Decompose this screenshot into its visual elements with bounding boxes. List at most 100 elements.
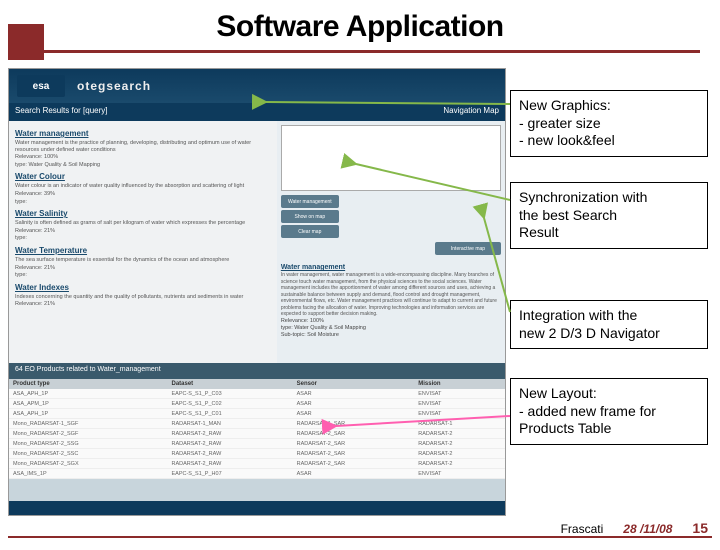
table-cell: Mono_RADARSAT-2_SSG xyxy=(9,439,167,449)
table-row: ASA_APM_1PEAPC-S_S1_P_C02ASARENVISAT xyxy=(9,399,505,409)
table-cell: EAPC-S_S1_P_H07 xyxy=(167,469,292,479)
col-mission: Mission xyxy=(414,379,505,389)
callout-line: - new look&feel xyxy=(519,132,699,150)
table-cell: Mono_RADARSAT-2_SGX xyxy=(9,459,167,469)
callout-new-layout: New Layout: - added new frame for Produc… xyxy=(510,378,708,445)
result-typ: type: xyxy=(15,272,271,279)
table-cell: ENVISAT xyxy=(414,469,505,479)
callout-line: New Layout: xyxy=(519,385,699,403)
result-typ: type: Water Quality & Soil Mapping xyxy=(15,162,271,169)
callout-line: the best Search xyxy=(519,207,699,225)
products-table: Product type Dataset Sensor Mission ASA_… xyxy=(9,379,505,479)
table-cell: RADARSAT-2_SAR xyxy=(293,459,415,469)
result-heading: Water Colour xyxy=(15,172,271,181)
interactive-map-btn[interactable]: Interactive map xyxy=(435,242,501,255)
table-footer xyxy=(9,501,505,515)
callout-line: New Graphics: xyxy=(519,97,699,115)
app-screenshot: esa otegsearch Search Results for [query… xyxy=(8,68,506,516)
result-desc: Water colour is an indicator of water qu… xyxy=(15,183,271,190)
table-cell: ASA_APH_1P xyxy=(9,389,167,399)
detail-heading: Water management xyxy=(281,263,501,272)
col-dataset: Dataset xyxy=(167,379,292,389)
table-cell: RADARSAT-2 xyxy=(414,429,505,439)
search-banner-left: Search Results for [query] xyxy=(15,106,107,118)
table-row: ASA_APH_1PEAPC-S_S1_P_C01ASARENVISAT xyxy=(9,409,505,419)
table-cell: Mono_RADARSAT-2_SSC xyxy=(9,449,167,459)
search-banner-right: Navigation Map xyxy=(443,106,499,118)
corner-logo xyxy=(8,24,44,60)
result-rel: Relevance: 21% xyxy=(15,265,271,272)
page-number: 15 xyxy=(692,520,708,536)
callout-line: - added new frame for xyxy=(519,403,699,421)
table-cell: RADARSAT-1 xyxy=(414,419,505,429)
results-column: Water management Water management is the… xyxy=(9,121,277,363)
result-typ: type: xyxy=(15,235,271,242)
table-row: Mono_RADARSAT-2_SSGRADARSAT-2_RAWRADARSA… xyxy=(9,439,505,449)
detail-rel: Relevance: 100% xyxy=(281,318,501,325)
detail-body: In water management, water management is… xyxy=(281,272,501,318)
table-cell: RADARSAT-2_RAW xyxy=(167,439,292,449)
col-sensor: Sensor xyxy=(293,379,415,389)
table-cell: RADARSAT-2_RAW xyxy=(167,429,292,439)
table-cell: ASA_APM_1P xyxy=(9,399,167,409)
table-cell: RADARSAT-2_SAR xyxy=(293,429,415,439)
result-rel: Relevance: 21% xyxy=(15,301,271,308)
products-header: 64 EO Products related to Water_manageme… xyxy=(9,363,505,379)
table-row: Mono_RADARSAT-2_SSCRADARSAT-2_RAWRADARSA… xyxy=(9,449,505,459)
result-desc: Indexes concerning the quantity and the … xyxy=(15,294,271,301)
detail-typ: type: Water Quality & Soil Mapping xyxy=(281,325,501,332)
callout-line: - greater size xyxy=(519,115,699,133)
table-cell: RADARSAT-1_SAR xyxy=(293,419,415,429)
table-cell: RADARSAT-2_SAR xyxy=(293,439,415,449)
table-cell: ASA_IMS_1P xyxy=(9,469,167,479)
callout-line: new 2 D/3 D Navigator xyxy=(519,325,699,343)
callout-navigator: Integration with the new 2 D/3 D Navigat… xyxy=(510,300,708,349)
table-row: Mono_RADARSAT-2_SGFRADARSAT-2_RAWRADARSA… xyxy=(9,429,505,439)
map-btn[interactable]: Show on map xyxy=(281,210,339,223)
table-cell: ENVISAT xyxy=(414,389,505,399)
result-desc: Water management is the practice of plan… xyxy=(15,140,271,153)
table-row: ASA_IMS_1PEAPC-S_S1_P_H07ASARENVISAT xyxy=(9,469,505,479)
footer-location: Frascati xyxy=(561,522,604,536)
result-heading: Water Indexes xyxy=(15,283,271,292)
table-cell: RADARSAT-2 xyxy=(414,459,505,469)
esa-logo: esa xyxy=(17,75,65,97)
slide-title: Software Application xyxy=(0,10,720,44)
map-column: Water management Show on map Clear map I… xyxy=(277,121,505,363)
oteg-logo: otegsearch xyxy=(77,79,151,93)
table-cell: RADARSAT-1_MAN xyxy=(167,419,292,429)
result-heading: Water Temperature xyxy=(15,246,271,255)
result-desc: The sea surface temperature is essential… xyxy=(15,257,271,264)
table-cell: ASAR xyxy=(293,389,415,399)
table-cell: RADARSAT-2_SAR xyxy=(293,449,415,459)
table-cell: RADARSAT-2_RAW xyxy=(167,459,292,469)
result-desc: Salinity is often defined as grams of sa… xyxy=(15,220,271,227)
result-heading: Water management xyxy=(15,129,271,138)
table-cell: EAPC-S_S1_P_C01 xyxy=(167,409,292,419)
map-btn[interactable]: Water management xyxy=(281,195,339,208)
table-cell: ASAR xyxy=(293,469,415,479)
right-detail-panel: Water management In water management, wa… xyxy=(281,263,501,339)
table-cell: ASAR xyxy=(293,409,415,419)
table-cell: Mono_RADARSAT-2_SGF xyxy=(9,429,167,439)
result-rel: Relevance: 100% xyxy=(15,154,271,161)
table-row: Mono_RADARSAT-1_SGFRADARSAT-1_MANRADARSA… xyxy=(9,419,505,429)
callout-line: Synchronization with xyxy=(519,189,699,207)
search-banner: Search Results for [query] Navigation Ma… xyxy=(9,103,505,121)
callout-line: Products Table xyxy=(519,420,699,438)
footer: Frascati 28 /11/08 15 xyxy=(561,520,708,536)
table-cell: RADARSAT-2 xyxy=(414,449,505,459)
table-cell: ASA_APH_1P xyxy=(9,409,167,419)
result-typ: type: xyxy=(15,199,271,206)
navigation-map xyxy=(281,125,501,191)
table-cell: ENVISAT xyxy=(414,399,505,409)
content-row: Water management Water management is the… xyxy=(9,121,505,363)
title-underline xyxy=(8,50,700,53)
table-cell: Mono_RADARSAT-1_SGF xyxy=(9,419,167,429)
callout-new-graphics: New Graphics: - greater size - new look&… xyxy=(510,90,708,157)
result-rel: Relevance: 39% xyxy=(15,191,271,198)
table-cell: ASAR xyxy=(293,399,415,409)
table-cell: EAPC-S_S1_P_C03 xyxy=(167,389,292,399)
table-cell: EAPC-S_S1_P_C02 xyxy=(167,399,292,409)
map-btn[interactable]: Clear map xyxy=(281,225,339,238)
